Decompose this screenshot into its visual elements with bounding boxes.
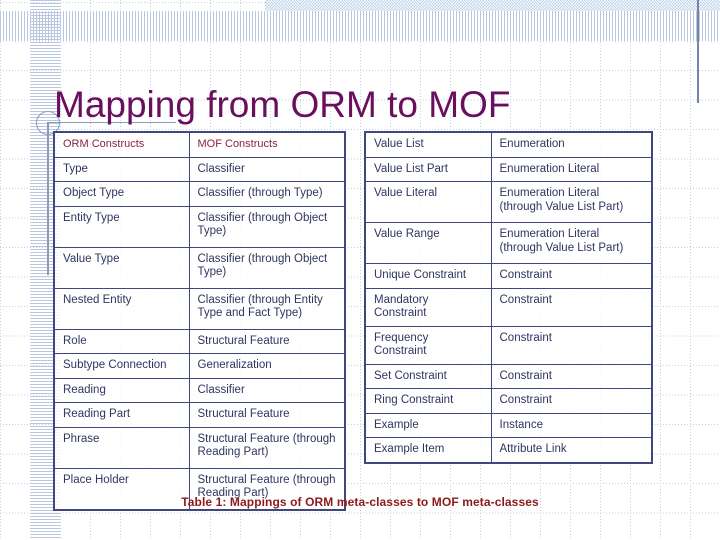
table-cell-target: Enumeration Literal (through Value List …: [490, 222, 653, 264]
table-row: Value List Enumeration: [364, 131, 653, 158]
table-caption: Table 1: Mappings of ORM meta-classes to…: [181, 495, 539, 509]
table-cell-source: Entity Type: [53, 205, 190, 248]
table-row: Value Literal Enumeration Literal (throug…: [364, 181, 653, 223]
table-header-row: ORM Constructs MOF Constructs: [53, 131, 346, 158]
table-cell-target: Classifier: [188, 377, 346, 403]
table-cell-source: Value List Part: [364, 156, 492, 182]
table-row: Value Range Enumeration Literal (through …: [364, 222, 653, 264]
table-row: Nested Entity Classifier (through Entity …: [53, 287, 346, 330]
table-cell-source: Reading Part: [53, 402, 190, 428]
table-row: Mandatory Constraint Constraint: [364, 287, 653, 327]
table-row: Ring Constraint Constraint: [364, 388, 653, 414]
table-row: Reading Classifier: [53, 377, 346, 403]
table-cell-source: Unique Constraint: [364, 263, 492, 289]
table-cell-source: Ring Constraint: [364, 388, 492, 414]
table-cell-source: Phrase: [53, 426, 190, 469]
table-row: Example Instance: [364, 412, 653, 438]
page-title: Mapping from ORM to MOF: [54, 83, 511, 125]
table-cell-target: Instance: [490, 412, 653, 438]
right-vertical-rule: [697, 0, 699, 103]
table-cell-target: Enumeration Literal (through Value List …: [490, 181, 653, 223]
table-cell-target: Generalization: [188, 353, 346, 379]
table-row: Frequency Constraint Constraint: [364, 325, 653, 365]
table-cell-source: Value Literal: [364, 181, 492, 223]
table-cell-target: Classifier (through Object Type): [188, 246, 346, 289]
table-cell-source: Value List: [364, 131, 492, 158]
table-row: Entity Type Classifier (through Object Ty…: [53, 205, 346, 248]
table-cell-source: Value Range: [364, 222, 492, 264]
table-cell-source: Value Type: [53, 246, 190, 289]
table-header-cell-source: ORM Constructs: [53, 131, 190, 158]
table-row: Value List Part Enumeration Literal: [364, 156, 653, 182]
table-header-cell-target: MOF Constructs: [188, 131, 346, 158]
table-cell-target: Enumeration Literal: [490, 156, 653, 182]
table-cell-source: Role: [53, 328, 190, 354]
table-cell-source: Nested Entity: [53, 287, 190, 330]
table-cell-target: Constraint: [490, 363, 653, 389]
table-row: Example Item Attribute Link: [364, 437, 653, 463]
table-row: Role Structural Feature: [53, 328, 346, 354]
table-cell-target: Enumeration: [490, 131, 653, 158]
table-cell-source: Set Constraint: [364, 363, 492, 389]
table-cell-source: Mandatory Constraint: [364, 287, 492, 327]
table-cell-target: Structural Feature (through Reading Part…: [188, 426, 346, 469]
table-cell-source: Example: [364, 412, 492, 438]
table-cell-target: Constraint: [490, 263, 653, 289]
table-cell-target: Classifier (through Object Type): [188, 205, 346, 248]
table-cell-source: Frequency Constraint: [364, 325, 492, 365]
orm-to-mof-right-table: Value List Enumeration Value List Part Enum…: [364, 131, 653, 464]
table-cell-target: Constraint: [490, 325, 653, 365]
table-cell-target: Classifier (through Type): [188, 181, 346, 207]
table-cell-source: Example Item: [364, 437, 492, 463]
table-row: Phrase Structural Feature (through Readin…: [53, 426, 346, 469]
left-vertical-rule: [47, 122, 49, 275]
table-cell-source: Subtype Connection: [53, 353, 190, 379]
table-cell-source: Type: [53, 156, 190, 182]
table-cell-target: Structural Feature: [188, 328, 346, 354]
table-row: Type Classifier: [53, 156, 346, 182]
table-row: Value Type Classifier (through Object Typ…: [53, 246, 346, 289]
table-row: Subtype Connection Generalization: [53, 353, 346, 379]
table-cell-target: Constraint: [490, 388, 653, 414]
top-decorative-band: [265, 0, 720, 11]
table-cell-target: Classifier: [188, 156, 346, 182]
table-cell-source: Object Type: [53, 181, 190, 207]
table-row: Set Constraint Constraint: [364, 363, 653, 389]
table-row: Unique Constraint Constraint: [364, 263, 653, 289]
table-row: Reading Part Structural Feature: [53, 402, 346, 428]
table-cell-target: Constraint: [490, 287, 653, 327]
orm-to-mof-left-table: ORM Constructs MOF Constructs Type Classifi…: [53, 131, 346, 511]
table-row: Object Type Classifier (through Type): [53, 181, 346, 207]
table-cell-source: Reading: [53, 377, 190, 403]
table-cell-target: Attribute Link: [490, 437, 653, 463]
table-cell-target: Classifier (through Entity Type and Fact…: [188, 287, 346, 330]
table-cell-target: Structural Feature: [188, 402, 346, 428]
